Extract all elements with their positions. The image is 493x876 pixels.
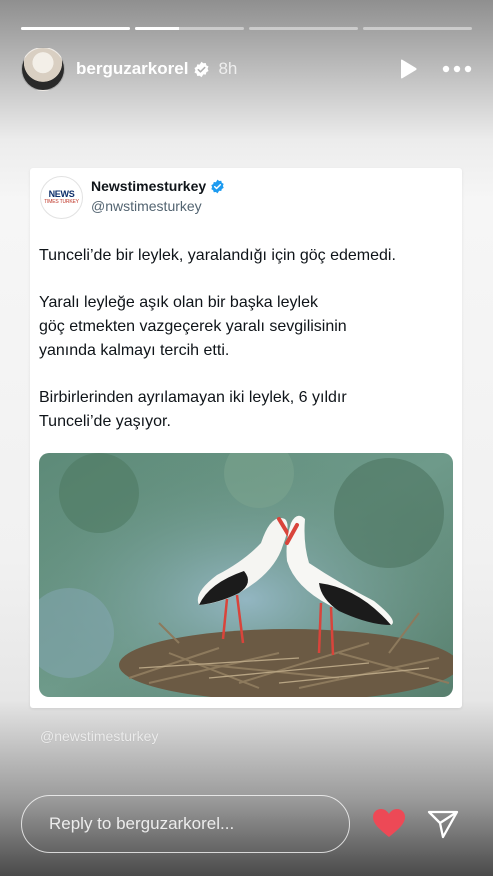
reply-placeholder: Reply to berguzarkorel... xyxy=(49,814,235,833)
progress-segment xyxy=(135,27,244,30)
verified-icon xyxy=(211,179,224,193)
tweet-paragraph: Tunceli’de bir leylek, yaralandığı için … xyxy=(39,247,396,264)
reply-input[interactable]: Reply to berguzarkorel... xyxy=(21,795,350,853)
tweet-avatar-logo-subtext: TIMES TURKEY xyxy=(44,199,79,205)
progress-segment xyxy=(249,27,358,30)
source-watermark: @newstimesturkey xyxy=(40,728,159,744)
tweet-handle: @nwstimesturkey xyxy=(91,198,202,214)
avatar[interactable] xyxy=(21,47,65,91)
progress-segment xyxy=(363,27,472,30)
progress-segment xyxy=(21,27,130,30)
tweet-author-name-text: Newstimesturkey xyxy=(91,178,207,194)
story-time: 8h xyxy=(218,59,238,78)
tweet-avatar: NEWS TIMES TURKEY xyxy=(40,176,83,219)
more-icon[interactable] xyxy=(442,65,472,73)
stork-photo xyxy=(39,453,453,697)
username[interactable]: berguzarkorel xyxy=(76,59,188,79)
heart-icon[interactable] xyxy=(372,808,406,838)
tweet-paragraph: Yaralı leyleğe aşık olan bir başka leyle… xyxy=(39,294,347,359)
story-progress-bar xyxy=(21,27,472,30)
play-icon[interactable] xyxy=(398,58,418,80)
tweet-paragraph: Birbirlerinden ayrılamayan iki leylek, 6… xyxy=(39,389,347,430)
verified-icon xyxy=(194,61,209,77)
tweet-author-name: Newstimesturkey xyxy=(91,178,225,194)
tweet-avatar-logo-text: NEWS xyxy=(48,189,75,199)
story-header: berguzarkorel 8h xyxy=(21,46,472,92)
send-icon[interactable] xyxy=(427,809,459,839)
tweet-card[interactable]: NEWS TIMES TURKEY Newstimesturkey @nwsti… xyxy=(30,168,462,708)
tweet-text: Tunceli’de bir leylek, yaralandığı için … xyxy=(39,244,454,457)
